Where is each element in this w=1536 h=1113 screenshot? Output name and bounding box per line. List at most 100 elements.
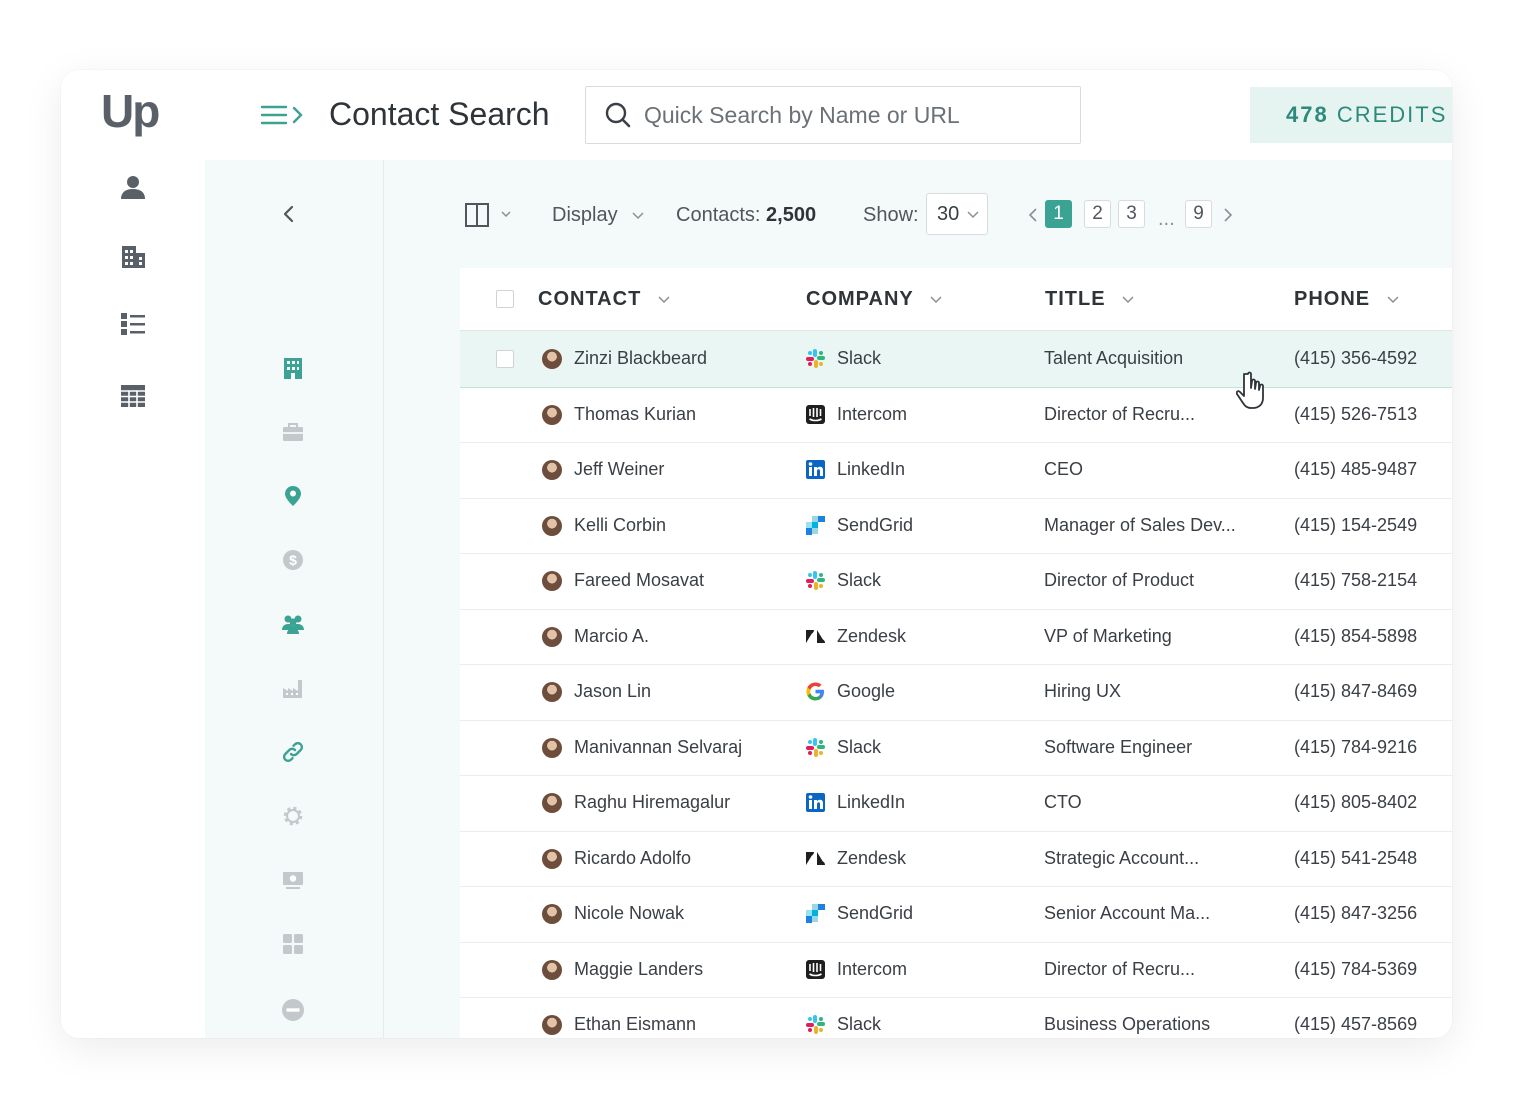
display-dropdown[interactable]: Display: [552, 190, 645, 240]
table-row[interactable]: Zinzi Blackbeard Slack Talent Acquisition (…: [460, 331, 1452, 388]
contact-name[interactable]: Marcio A.: [574, 609, 649, 664]
location-filter-icon[interactable]: [281, 484, 305, 508]
contact-name[interactable]: Jason Lin: [574, 664, 651, 719]
contact-name[interactable]: Nicole Nowak: [574, 886, 684, 941]
credits-badge[interactable]: 478 CREDITS: [1250, 87, 1452, 143]
company-name[interactable]: Zendesk: [837, 609, 906, 664]
chevron-down-icon: [1122, 296, 1134, 303]
table-row[interactable]: Jeff Weiner LinkedIn CEO (415) 485-9487: [460, 442, 1452, 499]
contact-name[interactable]: Raghu Hiremagalur: [574, 775, 730, 830]
phone-number[interactable]: (415) 784-5369: [1294, 942, 1417, 997]
select-all-checkbox[interactable]: [496, 290, 514, 308]
phone-number[interactable]: (415) 854-5898: [1294, 609, 1417, 664]
prev-page-icon[interactable]: [1028, 208, 1038, 222]
columns-toggle[interactable]: [464, 190, 516, 240]
company-name[interactable]: LinkedIn: [837, 775, 905, 830]
contact-name[interactable]: Manivannan Selvaraj: [574, 720, 742, 775]
collapse-chevron-icon[interactable]: [279, 204, 299, 229]
page-1[interactable]: 1: [1045, 200, 1072, 228]
revenue-filter-icon[interactable]: $: [281, 548, 305, 572]
table-header: CONTACT COMPANY TITLE PHONE: [460, 268, 1452, 331]
phone-number[interactable]: (415) 457-8569: [1294, 997, 1417, 1038]
quick-search[interactable]: [585, 86, 1081, 144]
column-header-company[interactable]: COMPANY: [806, 268, 942, 330]
exclude-filter-icon[interactable]: [281, 998, 305, 1022]
company-name[interactable]: Slack: [837, 553, 881, 608]
avatar: [542, 737, 562, 758]
phone-number[interactable]: (415) 541-2548: [1294, 831, 1417, 886]
categories-filter-icon[interactable]: [281, 932, 305, 956]
funding-filter-icon[interactable]: [281, 868, 305, 892]
table-row[interactable]: Thomas Kurian Intercom Director of Recru..…: [460, 387, 1452, 443]
table-row[interactable]: Maggie Landers Intercom Director of Recru.…: [460, 942, 1452, 998]
table-view-icon[interactable]: [119, 382, 147, 410]
table-row[interactable]: Jason Lin Google Hiring UX (415) 847-8469: [460, 664, 1452, 721]
job-title: Business Operations: [1044, 1014, 1211, 1034]
table-row[interactable]: Kelli Corbin SendGrid Manager of Sales Dev…: [460, 498, 1452, 554]
job-filter-icon[interactable]: [281, 420, 305, 444]
table-row[interactable]: Manivannan Selvaraj Slack Software Enginee…: [460, 720, 1452, 776]
company-name[interactable]: Intercom: [837, 387, 907, 442]
column-header-phone[interactable]: PHONE: [1294, 268, 1399, 330]
phone-number[interactable]: (415) 758-2154: [1294, 553, 1417, 608]
next-page-icon[interactable]: [1223, 208, 1233, 222]
page-9[interactable]: 9: [1185, 200, 1212, 228]
contact-name[interactable]: Ricardo Adolfo: [574, 831, 691, 886]
link-filter-icon[interactable]: [281, 740, 305, 764]
show-value: 30: [937, 203, 960, 225]
avatar: [542, 904, 562, 924]
contact-name[interactable]: Zinzi Blackbeard: [574, 331, 707, 386]
column-header-contact[interactable]: CONTACT: [538, 268, 670, 330]
credits-count: 478: [1286, 102, 1329, 127]
company-name[interactable]: SendGrid: [837, 498, 913, 553]
phone-number[interactable]: (415) 526-7513: [1294, 387, 1417, 442]
contact-name[interactable]: Maggie Landers: [574, 942, 703, 997]
contacts-value: 2,500: [766, 204, 817, 226]
table-row[interactable]: Raghu Hiremagalur LinkedIn CTO (415) 805-84…: [460, 775, 1452, 832]
companies-icon[interactable]: [119, 242, 147, 270]
table-row[interactable]: Ricardo Adolfo Zendesk Strategic Account..…: [460, 831, 1452, 887]
industry-filter-icon[interactable]: [281, 676, 305, 700]
company-name[interactable]: Slack: [837, 997, 881, 1038]
phone-number[interactable]: (415) 154-2549: [1294, 498, 1417, 553]
phone-number[interactable]: (415) 847-3256: [1294, 886, 1417, 941]
phone-number[interactable]: (415) 847-8469: [1294, 664, 1417, 719]
phone-number[interactable]: (415) 356-4592: [1294, 331, 1417, 386]
menu-toggle-icon[interactable]: [260, 104, 310, 126]
company-filter-icon[interactable]: [281, 356, 305, 380]
table-row[interactable]: Ethan Eismann Slack Business Operations (41…: [460, 997, 1452, 1038]
slack-icon: [805, 737, 826, 758]
technology-filter-icon[interactable]: [281, 804, 305, 828]
table-row[interactable]: Nicole Nowak SendGrid Senior Account Ma...…: [460, 886, 1452, 943]
column-header-title[interactable]: TITLE: [1045, 268, 1134, 330]
page-3[interactable]: 3: [1118, 200, 1145, 228]
app-window: Up Contact Search 478 CREDITS: [61, 70, 1452, 1038]
app-logo[interactable]: Up: [101, 84, 160, 138]
company-name[interactable]: Slack: [837, 720, 881, 775]
contacts-icon[interactable]: [119, 173, 147, 201]
company-name[interactable]: SendGrid: [837, 886, 913, 941]
phone-number[interactable]: (415) 805-8402: [1294, 775, 1417, 830]
company-name[interactable]: Google: [837, 664, 895, 719]
contact-name[interactable]: Fareed Mosavat: [574, 553, 704, 608]
page-2[interactable]: 2: [1084, 200, 1111, 228]
contact-name[interactable]: Thomas Kurian: [574, 387, 696, 442]
lists-icon[interactable]: [119, 310, 147, 338]
company-name[interactable]: LinkedIn: [837, 442, 905, 497]
table-row[interactable]: Marcio A. Zendesk VP of Marketing (415) 854…: [460, 609, 1452, 665]
contacts-table: CONTACT COMPANY TITLE PHONE Zinzi Blackb…: [460, 268, 1452, 1038]
company-name[interactable]: Slack: [837, 331, 881, 386]
employees-filter-icon[interactable]: [281, 612, 305, 636]
show-per-page-select[interactable]: 30: [926, 193, 988, 235]
company-name[interactable]: Intercom: [837, 942, 907, 997]
phone-number[interactable]: (415) 784-9216: [1294, 720, 1417, 775]
phone-number[interactable]: (415) 485-9487: [1294, 442, 1417, 497]
company-name[interactable]: Zendesk: [837, 831, 906, 886]
row-checkbox[interactable]: [496, 350, 514, 368]
table-row[interactable]: Fareed Mosavat Slack Director of Product (4…: [460, 553, 1452, 610]
contact-name[interactable]: Ethan Eismann: [574, 997, 696, 1038]
job-title: VP of Marketing: [1044, 625, 1172, 646]
search-input[interactable]: [642, 97, 1066, 133]
contact-name[interactable]: Jeff Weiner: [574, 442, 664, 497]
contact-name[interactable]: Kelli Corbin: [574, 498, 666, 553]
